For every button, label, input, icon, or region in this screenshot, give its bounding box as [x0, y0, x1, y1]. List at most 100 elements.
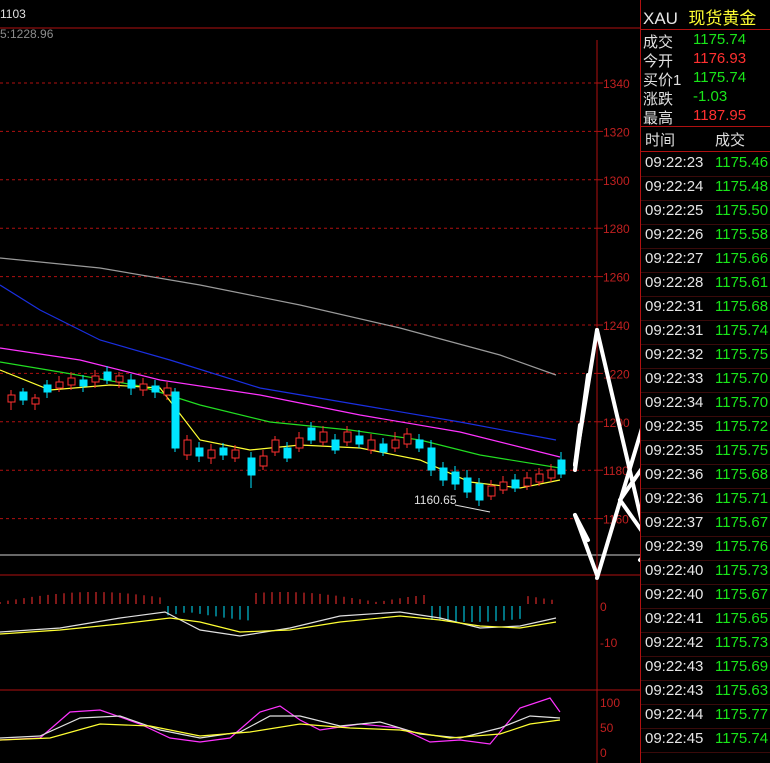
quote-row: 成交 1175.74 — [641, 31, 770, 51]
candle-body — [115, 375, 124, 383]
row-divider — [641, 632, 770, 633]
tick-time: 09:22:33 — [645, 370, 704, 387]
col-time: 时间 — [645, 132, 676, 149]
tick-time: 09:22:31 — [645, 298, 704, 315]
tick-price: 1175.69 — [715, 658, 769, 675]
tick-price: 1175.67 — [715, 514, 769, 531]
row-divider — [641, 608, 770, 609]
candle-body — [403, 433, 412, 445]
candle-body — [55, 381, 64, 389]
tick-price: 1175.58 — [715, 226, 769, 243]
tick-row: 09:22:40 1175.73 — [641, 562, 770, 585]
candle-body — [183, 439, 192, 456]
candle-body — [19, 391, 28, 401]
tick-time: 09:22:25 — [645, 202, 704, 219]
tick-price: 1175.66 — [715, 250, 769, 267]
candle-body — [391, 439, 400, 449]
candle-body — [207, 449, 216, 459]
quote-label: 涨跌 — [643, 91, 674, 108]
candle-body — [499, 481, 508, 491]
candle-body — [355, 435, 364, 445]
candle-body — [475, 483, 484, 501]
price-axis-label: 1320 — [603, 125, 630, 139]
tick-time: 09:22:23 — [645, 154, 704, 171]
quote-header: XAU 现货黄金 — [641, 4, 770, 28]
tick-row: 09:22:40 1175.67 — [641, 586, 770, 609]
tick-time: 09:22:40 — [645, 562, 704, 579]
tick-price: 1175.46 — [715, 154, 769, 171]
candle-body — [195, 447, 204, 457]
macd-axis-label: 0 — [600, 600, 607, 614]
divider — [641, 126, 770, 127]
tick-price: 1175.68 — [715, 466, 769, 483]
row-divider — [641, 176, 770, 177]
tick-row: 09:22:36 1175.71 — [641, 490, 770, 513]
quote-row: 买价1 1175.74 — [641, 69, 770, 89]
row-divider — [641, 536, 770, 537]
tick-time: 09:22:41 — [645, 610, 704, 627]
candle-body — [343, 431, 352, 443]
ma-blue-line — [0, 284, 557, 441]
tick-price: 1175.71 — [715, 490, 769, 507]
row-divider — [641, 440, 770, 441]
overlay-arrow — [573, 423, 582, 467]
candle-body — [367, 439, 376, 451]
quote-row: 最高 1187.95 — [641, 107, 770, 127]
ma-gray-line — [0, 257, 557, 376]
row-divider — [641, 224, 770, 225]
tick-price: 1175.67 — [715, 586, 769, 603]
low-annotation: 1160.65 — [414, 493, 457, 507]
tick-price: 1175.73 — [715, 634, 769, 651]
tick-row: 09:22:27 1175.66 — [641, 250, 770, 273]
candle-body — [43, 384, 52, 393]
tick-row: 09:22:35 1175.72 — [641, 418, 770, 441]
tick-row: 09:22:39 1175.76 — [641, 538, 770, 561]
kline-chart[interactable]: 1340132013001280126012401220120011801160… — [0, 0, 640, 763]
price-axis-label: 1260 — [603, 271, 630, 285]
tick-price: 1175.50 — [715, 202, 769, 219]
tick-price: 1175.65 — [715, 610, 769, 627]
tick-row: 09:22:31 1175.74 — [641, 322, 770, 345]
candle-body — [511, 479, 520, 489]
candle-body — [463, 477, 472, 493]
tick-row: 09:22:28 1175.61 — [641, 274, 770, 297]
tick-row: 09:22:34 1175.70 — [641, 394, 770, 417]
quote-label: 最高 — [643, 110, 674, 127]
tick-price: 1175.61 — [715, 274, 769, 291]
candle-body — [523, 477, 532, 487]
candle-body — [67, 377, 76, 386]
macd-dif-line — [0, 611, 557, 637]
row-divider — [641, 392, 770, 393]
row-divider — [641, 464, 770, 465]
quote-value: 1187.95 — [693, 107, 747, 124]
row-divider — [641, 248, 770, 249]
kdj-axis-label: 100 — [600, 696, 620, 710]
tick-time: 09:22:27 — [645, 250, 704, 267]
tick-price: 1175.68 — [715, 298, 769, 315]
candle-body — [231, 449, 240, 459]
price-axis-label: 1300 — [603, 174, 630, 188]
tick-price: 1175.73 — [715, 562, 769, 579]
candle-body — [247, 457, 256, 476]
quote-value: -1.03 — [693, 88, 728, 105]
quote-value: 1176.93 — [693, 50, 747, 67]
tick-price: 1175.77 — [715, 706, 769, 723]
row-divider — [641, 368, 770, 369]
tick-price: 1175.76 — [715, 538, 769, 555]
annotation-line — [454, 504, 491, 513]
ma-green-line — [0, 361, 561, 469]
tick-time: 09:22:40 — [645, 586, 704, 603]
kdj-j-line — [0, 697, 561, 745]
candle-body — [271, 439, 280, 453]
macd-axis-label: -10 — [600, 636, 618, 650]
candle-body — [487, 485, 496, 497]
candle-body — [331, 439, 340, 451]
quote-label: 今开 — [643, 53, 674, 70]
price-axis-label: 1240 — [603, 319, 630, 333]
tick-time: 09:22:36 — [645, 490, 704, 507]
candle-body — [91, 375, 100, 383]
candle-body — [451, 471, 460, 485]
quote-value: 1175.74 — [693, 69, 747, 86]
tick-row: 09:22:41 1175.65 — [641, 610, 770, 633]
tick-row: 09:22:42 1175.73 — [641, 634, 770, 657]
